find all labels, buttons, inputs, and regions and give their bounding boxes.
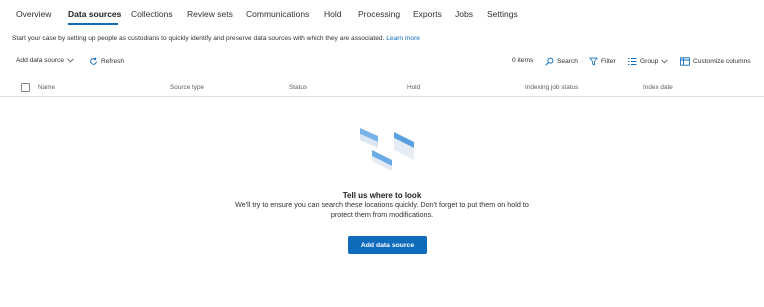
learn-more-link[interactable]: Learn more bbox=[386, 35, 420, 42]
active-tab-indicator bbox=[68, 23, 118, 25]
column-header-index-date[interactable]: Index date bbox=[643, 84, 673, 91]
tab-data-sources[interactable]: Data sources bbox=[68, 9, 121, 19]
refresh-icon bbox=[90, 57, 97, 65]
tab-hold[interactable]: Hold bbox=[324, 9, 341, 19]
tab-jobs[interactable]: Jobs bbox=[455, 9, 473, 19]
empty-state-title: Tell us where to look bbox=[342, 191, 422, 200]
command-bar: Add data source Refresh 0 items Search F… bbox=[0, 54, 764, 70]
select-all-checkbox[interactable] bbox=[21, 83, 30, 92]
chevron-down-icon bbox=[67, 58, 74, 63]
refresh-label: Refresh bbox=[101, 58, 125, 65]
chevron-down-icon bbox=[661, 59, 669, 64]
add-data-source-menu[interactable]: Add data source bbox=[16, 57, 74, 64]
tab-settings[interactable]: Settings bbox=[487, 9, 518, 19]
column-header-hold[interactable]: Hold bbox=[407, 84, 420, 91]
item-count: 0 items bbox=[512, 57, 534, 64]
customize-columns-label: Customize columns bbox=[693, 58, 751, 65]
search-button[interactable]: Search bbox=[545, 57, 578, 66]
tab-overview[interactable]: Overview bbox=[16, 9, 51, 19]
tab-bar: Overview Data sources Collections Review… bbox=[0, 0, 764, 30]
tab-collections[interactable]: Collections bbox=[131, 9, 173, 19]
group-label: Group bbox=[640, 58, 659, 65]
empty-state-description: We'll try to ensure you can search these… bbox=[235, 200, 529, 219]
intro-message: Start your case by setting up people as … bbox=[12, 35, 385, 42]
refresh-button[interactable]: Refresh bbox=[89, 57, 124, 66]
column-header-name[interactable]: Name bbox=[38, 84, 55, 91]
columns-icon bbox=[680, 57, 690, 66]
filter-label: Filter bbox=[601, 58, 616, 65]
add-data-source-label: Add data source bbox=[16, 57, 65, 64]
search-label: Search bbox=[557, 58, 578, 65]
group-list-icon bbox=[628, 58, 637, 65]
tab-communications[interactable]: Communications bbox=[246, 9, 309, 19]
table-header: Name Source type Status Hold Indexing jo… bbox=[0, 79, 764, 97]
column-header-indexing-job-status[interactable]: Indexing job status bbox=[525, 84, 578, 91]
filter-icon bbox=[589, 57, 598, 66]
search-icon bbox=[545, 57, 554, 66]
tab-processing[interactable]: Processing bbox=[358, 9, 400, 19]
group-button[interactable]: Group bbox=[627, 57, 669, 66]
document-stack-icon bbox=[360, 128, 414, 171]
column-header-source-type[interactable]: Source type bbox=[170, 84, 204, 91]
tab-review-sets[interactable]: Review sets bbox=[187, 9, 233, 19]
intro-text: Start your case by setting up people as … bbox=[12, 35, 420, 42]
column-header-status[interactable]: Status bbox=[289, 84, 307, 91]
customize-columns-button[interactable]: Customize columns bbox=[680, 57, 751, 66]
add-data-source-button[interactable]: Add data source bbox=[348, 236, 427, 254]
tab-exports[interactable]: Exports bbox=[413, 9, 442, 19]
empty-state-illustration bbox=[360, 128, 414, 171]
filter-button[interactable]: Filter bbox=[589, 57, 616, 66]
